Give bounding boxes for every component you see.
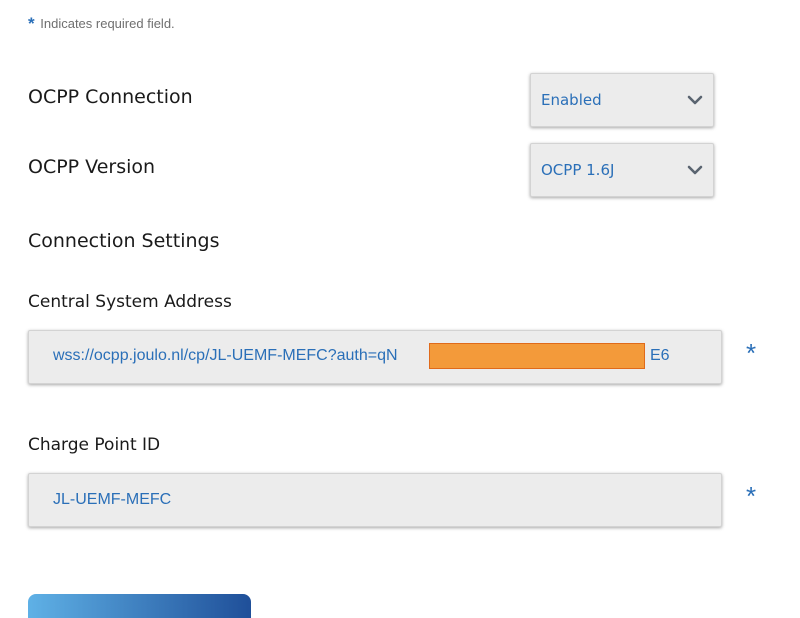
ocpp-connection-select[interactable]: Enabled: [530, 73, 714, 127]
charge-point-id-label: Charge Point ID: [28, 435, 161, 455]
required-note-text: Indicates required field.: [40, 16, 175, 31]
central-system-address-label: Central System Address: [28, 292, 232, 312]
submit-button[interactable]: [28, 594, 251, 618]
ocpp-version-label: OCPP Version: [28, 156, 156, 178]
required-asterisk-icon: *: [746, 338, 757, 368]
required-asterisk-icon: *: [28, 14, 35, 33]
ocpp-version-selected-value: OCPP 1.6J: [541, 161, 615, 179]
ocpp-connection-selected-value: Enabled: [541, 91, 602, 109]
required-asterisk-icon: *: [746, 481, 757, 511]
charge-point-id-value: JL-UEMF-MEFC: [53, 491, 172, 508]
ocpp-settings-form: * Indicates required field. OCPP Connect…: [0, 0, 800, 618]
central-system-address-value-start: wss://ocpp.joulo.nl/cp/JL-UEMF-MEFC?auth…: [53, 347, 398, 364]
required-field-note: * Indicates required field.: [28, 14, 175, 34]
ocpp-connection-label: OCPP Connection: [28, 86, 193, 108]
chevron-down-icon: [687, 95, 703, 105]
ocpp-version-select[interactable]: OCPP 1.6J: [530, 143, 714, 197]
connection-settings-title: Connection Settings: [28, 230, 220, 252]
chevron-down-icon: [687, 165, 703, 175]
charge-point-id-input[interactable]: JL-UEMF-MEFC: [28, 473, 722, 527]
redaction-block: [429, 343, 645, 369]
central-system-address-value-end: E6: [650, 347, 670, 364]
